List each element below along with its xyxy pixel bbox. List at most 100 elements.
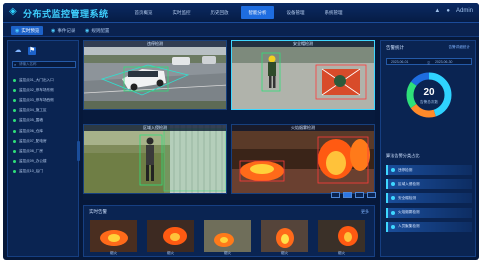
category-label: 区域入侵检测 (398, 181, 420, 186)
list-item[interactable]: 监控点08_厂房 (13, 146, 77, 156)
video-cell-label: 火焰烟雾检测 (232, 125, 374, 131)
fire-thumb (261, 220, 308, 252)
layout-switcher (331, 192, 376, 198)
alarm-total-label: 告警总次数 (420, 100, 438, 104)
panel-collapse-handle[interactable] (77, 141, 80, 161)
online-dot (13, 139, 16, 143)
nav-item-playback[interactable]: 历史回放 (203, 6, 236, 19)
online-dot (13, 129, 16, 133)
alarm-thumb[interactable] (318, 220, 365, 252)
list-item[interactable]: 监控点07_配电房 (13, 136, 77, 146)
layout-2x2-button[interactable] (343, 192, 352, 198)
bell-icon[interactable]: ▲ (434, 8, 440, 14)
video-cell-label: 违停检测 (84, 41, 226, 47)
video-cell-helmet[interactable]: 安全帽检测 (231, 40, 375, 110)
parking-scene (84, 41, 226, 109)
list-item[interactable]: 监控点06_仓库 (13, 126, 77, 136)
device-label: 监控点03_停车场西侧 (19, 97, 54, 102)
layout-4x4-button[interactable] (367, 192, 376, 198)
alarm-caption: 烟火 (223, 251, 232, 255)
nav-item-analysis[interactable]: 智能分析 (241, 6, 274, 19)
device-label: 监控点01_大门出入口 (19, 77, 54, 82)
app-title: 分布式监控管理系统 (23, 9, 109, 19)
device-label: 监控点07_配电房 (19, 138, 47, 143)
user-icon[interactable]: ● (446, 8, 450, 14)
category-dot (391, 182, 395, 187)
subtab-rules[interactable]: ◉ 规则配置 (81, 26, 113, 35)
category-item[interactable]: 火焰烟雾检测 (386, 207, 472, 218)
user-name[interactable]: Admin (456, 8, 473, 14)
nav-item-overview[interactable]: 首页概览 (127, 6, 160, 19)
layout-1x1-button[interactable] (331, 192, 340, 198)
device-label: 监控点08_厂房 (19, 148, 43, 153)
device-label: 监控点10_后门 (19, 169, 43, 174)
header-actions: ▲ ● Admin (434, 8, 473, 14)
video-grid: 违停检测 安全帽检测 区域入侵检测 火焰烟雾检测 (83, 40, 375, 200)
search-placeholder: 请输入名称 (19, 62, 37, 66)
online-dot (13, 149, 16, 153)
category-dot (391, 210, 395, 215)
category-label: 安全帽检测 (398, 195, 416, 200)
alarm-caption: 烟火 (109, 251, 118, 255)
online-dot (13, 98, 16, 102)
category-item[interactable]: 安全帽检测 (386, 193, 472, 204)
settings-icon: ◉ (85, 27, 90, 34)
alarm-panel: 实时告警 更多 烟火 烟火 烟火 烟火 烟火 (83, 205, 375, 257)
logo-icon: ◈ (9, 6, 17, 17)
online-dot (13, 170, 16, 174)
subtab-live[interactable]: ◉ 实时预览 (11, 26, 44, 35)
category-label: 人员聚集检测 (398, 224, 420, 229)
intrusion-scene (84, 125, 226, 193)
tree-icon[interactable]: ⚑ (28, 47, 36, 55)
category-section-title: 算法告警分类占比 (386, 153, 420, 158)
date-end: 2023-06-30 (435, 60, 453, 64)
nav-item-devices[interactable]: 设备管理 (279, 6, 312, 19)
top-bar: ◈ 分布式监控管理系统 首页概览 实时监控 历史回放 智能分析 设备管理 系统管… (3, 3, 479, 23)
layout-3x3-button[interactable] (355, 192, 364, 198)
list-item[interactable]: 监控点03_停车场西侧 (13, 95, 77, 105)
cloud-icon[interactable]: ☁ (14, 47, 22, 55)
online-dot (13, 119, 16, 123)
date-separator: 至 (427, 61, 431, 65)
category-item[interactable]: 人员聚集检测 (386, 221, 472, 232)
fire-thumb (90, 220, 137, 252)
device-search-input[interactable]: ⌕ 请输入名称 (12, 61, 76, 68)
device-panel-toolbar: ☁ ⚑ (14, 47, 36, 55)
video-cell-fire[interactable]: 火焰烟雾检测 (231, 124, 375, 194)
list-item[interactable]: 监控点09_办公楼 (13, 157, 77, 167)
list-item[interactable]: 监控点01_大门出入口 (13, 75, 77, 85)
helmet-scene (232, 41, 374, 109)
date-range-picker[interactable]: 2023-06-01 至 2023-06-30 (386, 58, 472, 65)
subtab-events[interactable]: ◉ 事件记录 (47, 26, 79, 35)
online-dot (13, 160, 16, 164)
fire-scene (232, 125, 374, 193)
alarm-more-link[interactable]: 更多 (361, 209, 369, 215)
nav-item-live[interactable]: 实时监控 (165, 6, 198, 19)
stats-detail-link[interactable]: 告警详细统计 (448, 45, 470, 50)
category-item[interactable]: 区域入侵检测 (386, 179, 472, 190)
nav-item-system[interactable]: 系统管理 (317, 6, 350, 19)
list-item[interactable]: 监控点02_停车场东侧 (13, 85, 77, 95)
alarm-thumb[interactable] (147, 220, 194, 252)
app-window: ◈ 分布式监控管理系统 首页概览 实时监控 历史回放 智能分析 设备管理 系统管… (3, 3, 479, 260)
device-panel: ☁ ⚑ ⌕ 请输入名称 监控点01_大门出入口 监控点02_停车场东侧 监控点0… (7, 40, 80, 257)
subtab-label: 事件记录 (57, 27, 76, 33)
video-cell-parking[interactable]: 违停检测 (83, 40, 227, 110)
alarm-thumb[interactable] (90, 220, 137, 252)
list-item[interactable]: 监控点05_围墙 (13, 116, 77, 126)
device-label: 监控点02_停车场东侧 (19, 87, 54, 92)
list-item[interactable]: 监控点10_后门 (13, 167, 77, 177)
category-item[interactable]: 违停检测 (386, 165, 472, 175)
subtab-label: 实时预览 (21, 27, 40, 33)
category-dot (391, 168, 395, 172)
category-list: 违停检测 区域入侵检测 安全帽检测 火焰烟雾检测 人员聚集检测 (386, 165, 472, 236)
alarm-thumb[interactable] (261, 220, 308, 252)
main-nav: 首页概览 实时监控 历史回放 智能分析 设备管理 系统管理 (127, 6, 350, 20)
alarm-thumb[interactable] (204, 220, 251, 252)
stats-title: 告警统计 (386, 45, 404, 50)
search-icon: ⌕ (14, 62, 17, 67)
video-cell-intrusion[interactable]: 区域入侵检测 (83, 124, 227, 194)
list-item[interactable]: 监控点04_施工区 (13, 106, 77, 116)
alarm-caption: 烟火 (166, 251, 175, 255)
device-label: 监控点04_施工区 (19, 108, 47, 113)
